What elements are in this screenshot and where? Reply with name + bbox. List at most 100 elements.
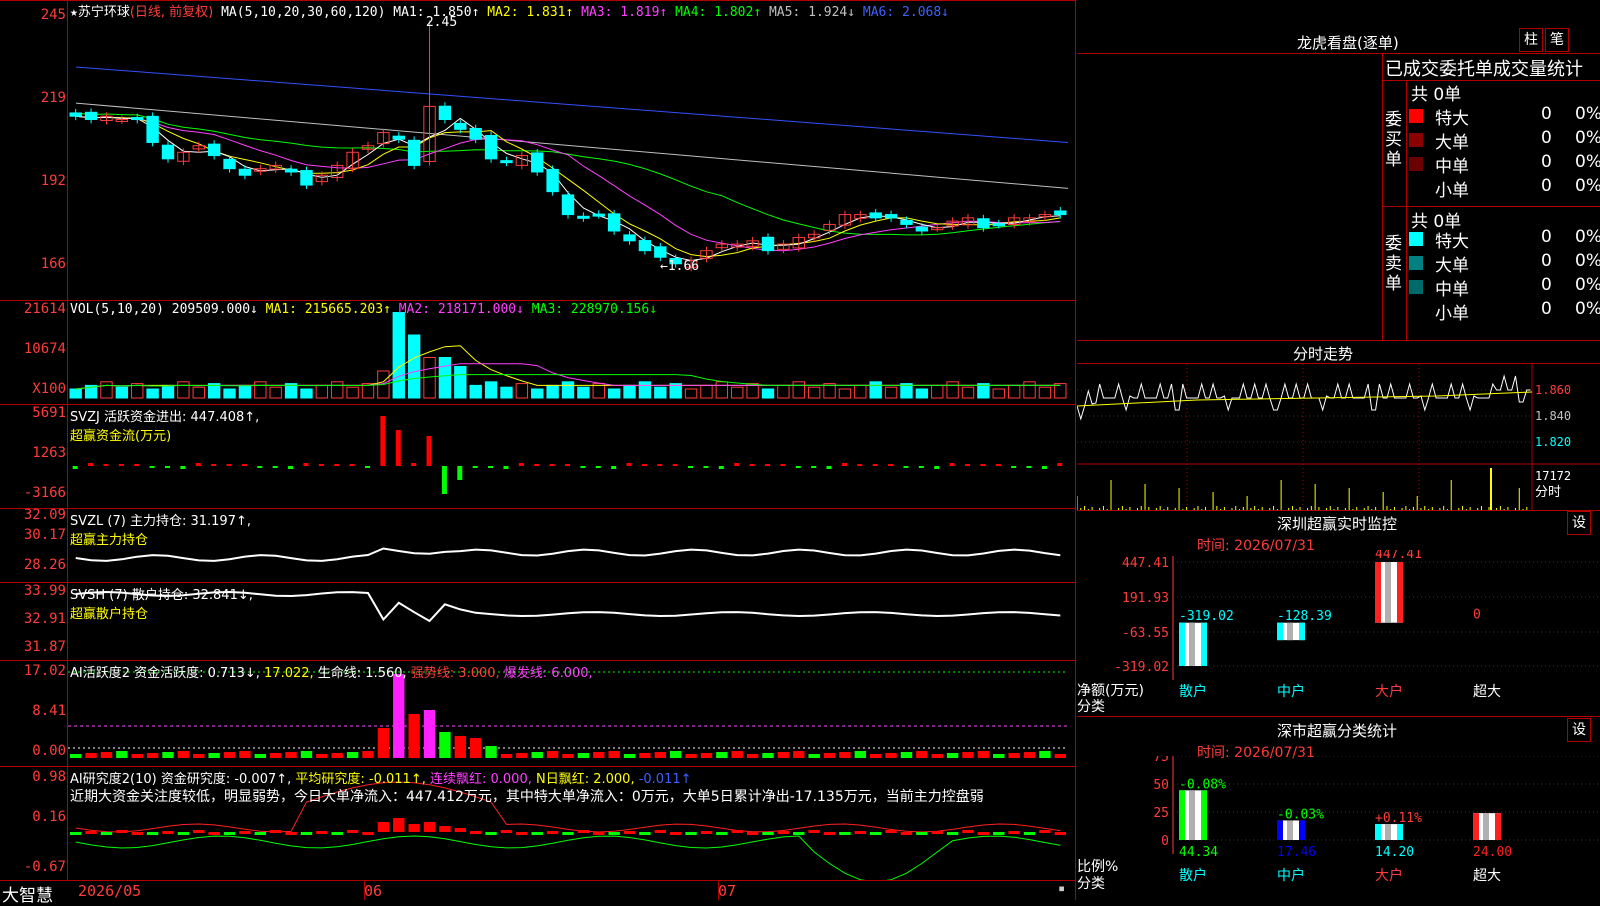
svsh-sub: 超赢散户持仓 bbox=[70, 607, 149, 622]
bar-mode-button[interactable]: 柱 bbox=[1519, 28, 1543, 52]
row-value: 0 bbox=[1541, 299, 1552, 319]
activity-bar bbox=[285, 752, 297, 758]
fund-flow-bar bbox=[103, 464, 109, 466]
legend-value: -0.011↑ bbox=[638, 772, 692, 787]
research-bar bbox=[362, 832, 374, 835]
candle-body bbox=[592, 213, 605, 217]
activity-bar bbox=[100, 752, 113, 758]
fund-flow-bar bbox=[488, 466, 494, 468]
fund-flow-bar bbox=[457, 466, 463, 480]
legend-value: N日飘红: 2.000, bbox=[535, 772, 639, 787]
research-bar bbox=[993, 832, 1005, 835]
volume-bar bbox=[500, 386, 513, 399]
stats-cat-label: 分类 bbox=[1077, 876, 1105, 892]
bar-edge bbox=[1375, 562, 1381, 623]
stats-settings-button[interactable]: 设 bbox=[1567, 718, 1591, 742]
volume-bar bbox=[484, 381, 498, 399]
volume-bar bbox=[269, 386, 282, 399]
chart-area[interactable]: ★苏宁环球(日线, 前复权) MA(5,10,20,30,60,120) MA1… bbox=[0, 0, 1076, 906]
activity-bar bbox=[716, 752, 728, 758]
candle-body bbox=[500, 160, 513, 164]
row-name: 大单 bbox=[1435, 133, 1469, 153]
y-tick-label: -0.67 bbox=[23, 859, 66, 875]
volume-bar bbox=[392, 312, 405, 399]
y-tick-label: 447.41 bbox=[1122, 556, 1169, 571]
bar-edge bbox=[1299, 622, 1305, 641]
activity-bar bbox=[562, 754, 574, 758]
bar-edge bbox=[1495, 813, 1501, 840]
fund-flow-bar bbox=[580, 466, 586, 468]
color-swatch bbox=[1409, 109, 1423, 123]
candle-body bbox=[131, 117, 144, 121]
row-name: 小单 bbox=[1435, 304, 1469, 324]
research-bar bbox=[85, 831, 97, 834]
y-tick-label: 33.99 bbox=[23, 583, 66, 599]
fenshi-y-tick: 1.860 bbox=[1535, 383, 1571, 397]
fund-flow-bar bbox=[288, 466, 294, 469]
fund-flow-bar bbox=[503, 466, 509, 469]
volume-bar bbox=[731, 386, 744, 399]
fund-flow-bar bbox=[88, 463, 94, 466]
activity-bar bbox=[777, 752, 790, 758]
y-tick-label: 50 bbox=[1153, 778, 1169, 793]
activity-bar bbox=[270, 753, 282, 758]
y-tick-label: 32.91 bbox=[23, 611, 66, 627]
tick-mode-button[interactable]: 笔 bbox=[1545, 28, 1569, 52]
bar-shade bbox=[1287, 622, 1293, 641]
volume-bar bbox=[684, 388, 698, 399]
bar-edge bbox=[1179, 790, 1185, 840]
activity-bar bbox=[808, 754, 820, 758]
candle-body bbox=[161, 144, 175, 160]
lock-icon[interactable]: ▪ bbox=[1058, 881, 1065, 895]
activity-bar bbox=[423, 710, 436, 758]
activity-bar bbox=[177, 751, 190, 758]
volume-bar bbox=[946, 381, 959, 399]
candle-body bbox=[207, 143, 221, 157]
research-green-line bbox=[75, 835, 1061, 880]
fund-flow-bar bbox=[441, 466, 447, 494]
fund-flow-bar bbox=[303, 463, 309, 466]
activity-bar bbox=[116, 751, 128, 758]
activity-bar bbox=[516, 753, 528, 758]
fenshi-chart[interactable]: 1.860 1.840 1.820 17172 分时 bbox=[1077, 364, 1600, 510]
y-tick-label: 8.41 bbox=[32, 703, 66, 719]
row-name: 中单 bbox=[1435, 157, 1469, 177]
volume-bar bbox=[531, 388, 544, 399]
volume-bar bbox=[407, 334, 421, 399]
volume-bar bbox=[300, 388, 313, 399]
y-tick-label: -319.02 bbox=[1114, 660, 1169, 675]
fund-flow-bar bbox=[626, 463, 632, 466]
longhu-subtitle: 已成交委托单成交量统计 bbox=[1385, 59, 1583, 80]
bar-shade bbox=[1483, 813, 1489, 840]
bar-category-label: 中户 bbox=[1277, 683, 1305, 700]
fenshi-y-tick: 1.840 bbox=[1535, 409, 1571, 423]
research-bar bbox=[823, 832, 836, 835]
research-bar bbox=[285, 832, 297, 835]
row-value: 0 bbox=[1541, 251, 1552, 271]
research-bar bbox=[839, 832, 851, 835]
candle-body bbox=[884, 214, 898, 219]
brand-logo: 大智慧 bbox=[2, 886, 53, 906]
volume-bar bbox=[777, 384, 790, 399]
activity-bar bbox=[793, 751, 805, 758]
fund-flow-bar bbox=[980, 464, 986, 466]
activity-bar bbox=[577, 753, 590, 758]
fund-flow-bar bbox=[734, 463, 740, 466]
bar-category-label: 超大 bbox=[1473, 868, 1501, 884]
research-bar bbox=[208, 832, 220, 835]
volume-bar bbox=[546, 384, 559, 399]
volume-bar bbox=[761, 388, 775, 399]
y-tick-label: 0.16 bbox=[32, 809, 66, 825]
stat-row: 小单 0 0% bbox=[1409, 176, 1600, 201]
monitor-cat-label: 分类 bbox=[1077, 699, 1105, 715]
research-bar bbox=[746, 832, 759, 835]
fund-flow-bar bbox=[72, 466, 78, 469]
y-tick-label: 245 bbox=[40, 7, 66, 23]
fund-flow-bar bbox=[211, 464, 217, 466]
research-bar bbox=[116, 830, 128, 833]
candle-body bbox=[469, 127, 482, 140]
fund-flow-bar bbox=[765, 464, 770, 466]
monitor-settings-button[interactable]: 设 bbox=[1567, 511, 1591, 535]
bar-value-label: 44.34 bbox=[1179, 845, 1218, 860]
fund-flow-bar bbox=[1041, 466, 1047, 469]
